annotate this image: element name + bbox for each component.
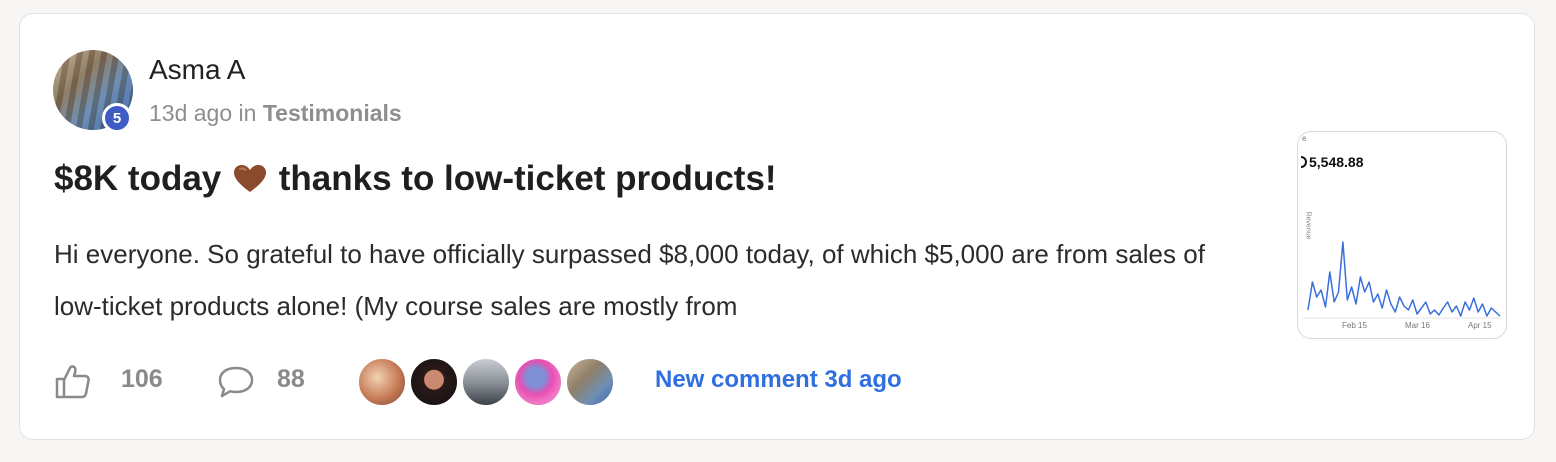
thumbnail-x-tick: Feb 15 <box>1342 321 1367 330</box>
category-link[interactable]: Testimonials <box>263 100 402 126</box>
post-card[interactable]: 5 Asma A 13d ago in Testimonials $8K tod… <box>19 13 1535 440</box>
comment-count: 88 <box>277 365 305 393</box>
thumbnail-x-tick: Mar 16 <box>1405 321 1430 330</box>
revenue-sparkline <box>1302 241 1502 319</box>
title-part-2: thanks to low-ticket products! <box>278 159 777 198</box>
commenter-avatar[interactable] <box>408 356 460 408</box>
title-part-1: $8K today <box>54 159 222 198</box>
post-excerpt[interactable]: Hi everyone. So grateful to have officia… <box>54 228 1254 332</box>
commenter-avatar[interactable] <box>564 356 616 408</box>
brown-heart-icon <box>234 165 267 192</box>
author-name[interactable]: Asma A <box>149 54 245 86</box>
like-count: 106 <box>121 365 163 393</box>
thumbs-up-icon[interactable] <box>54 364 92 400</box>
post-title[interactable]: $8K today thanks to low-ticket products! <box>54 159 777 199</box>
new-comment-link[interactable]: New comment 3d ago <box>655 366 902 394</box>
commenter-avatar[interactable] <box>460 356 512 408</box>
attachment-thumbnail[interactable]: e 5,548.88 Revenue Feb 15 Mar 16 Apr 15 <box>1297 131 1507 339</box>
commenter-avatar[interactable] <box>512 356 564 408</box>
level-badge: 5 <box>102 103 132 133</box>
post-time: 13d ago <box>149 100 233 126</box>
post-meta: 13d ago in Testimonials <box>149 100 402 127</box>
author-avatar[interactable]: 5 <box>53 50 133 133</box>
commenter-avatar[interactable] <box>356 356 408 408</box>
comment-icon[interactable] <box>217 364 255 400</box>
meta-in: in <box>238 100 257 126</box>
thumbnail-x-tick: Apr 15 <box>1468 321 1492 330</box>
